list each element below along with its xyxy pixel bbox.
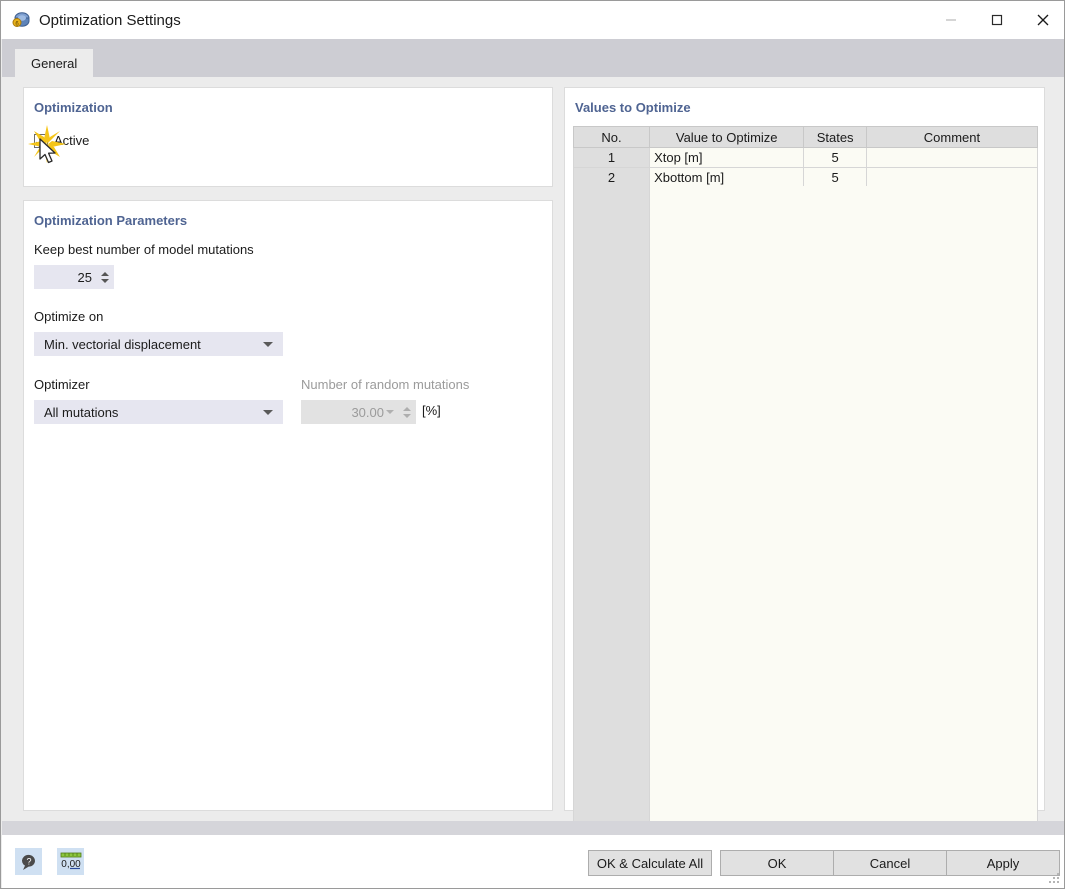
resize-grip[interactable] — [1049, 873, 1061, 885]
cell-states[interactable]: 5 — [803, 147, 867, 168]
cell-value[interactable]: Xtop [m] — [649, 147, 805, 168]
keep-best-label: Keep best number of model mutations — [34, 242, 254, 257]
decimal-places-icon[interactable]: 0,00 — [57, 848, 84, 875]
cell-comment[interactable] — [865, 167, 1039, 188]
values-table-empty-area[interactable] — [573, 186, 1038, 841]
keep-best-input[interactable]: 25 — [34, 265, 114, 289]
table-header-row: No. Value to Optimize States Comment — [572, 126, 1039, 148]
cell-no: 2 — [572, 167, 651, 188]
cell-no: 1 — [572, 147, 651, 168]
random-mutations-unit: [%] — [422, 403, 441, 418]
tab-general[interactable]: General — [15, 49, 94, 77]
values-table-row-gutter — [574, 186, 650, 839]
keep-best-stepper[interactable] — [98, 267, 111, 287]
keep-best-value: 25 — [77, 269, 92, 285]
optimization-panel: Optimization Active — [23, 87, 553, 187]
values-to-optimize-panel: Values to Optimize No. Value to Optimize… — [564, 87, 1045, 888]
values-panel-title: Values to Optimize — [575, 100, 691, 115]
bottom-bar: ? 0,00 OK & Calculate All OK Cancel Appl… — [2, 835, 1064, 888]
table-row[interactable]: 2 Xbottom [m] 5 — [572, 167, 1039, 188]
bottom-separator — [2, 821, 1064, 835]
cell-states[interactable]: 5 — [803, 167, 867, 188]
random-mutations-stepper — [400, 402, 413, 422]
optimizer-select[interactable]: All mutations — [34, 400, 283, 424]
optimization-drum-icon: 6 — [11, 10, 31, 30]
dialog-body: Optimization Active Optimization Paramet… — [2, 77, 1064, 888]
minimize-button[interactable] — [928, 1, 974, 39]
column-header-states[interactable]: States — [803, 126, 867, 148]
help-question-icon[interactable]: ? — [15, 848, 42, 875]
random-mutations-label: Number of random mutations — [301, 377, 470, 392]
ok-calculate-all-button[interactable]: OK & Calculate All — [588, 850, 712, 876]
values-table[interactable]: No. Value to Optimize States Comment 1 X… — [572, 126, 1039, 188]
cancel-button[interactable]: Cancel — [833, 850, 947, 876]
table-row[interactable]: 1 Xtop [m] 5 — [572, 147, 1039, 168]
window-title: Optimization Settings — [39, 11, 181, 29]
optimization-parameters-panel: Optimization Parameters Keep best number… — [23, 200, 553, 811]
tab-strip: General — [2, 39, 1064, 77]
random-mutations-input: 30.00 — [301, 400, 416, 424]
column-header-comment[interactable]: Comment — [865, 126, 1039, 148]
column-header-no[interactable]: No. — [572, 126, 651, 148]
maximize-button[interactable] — [974, 1, 1020, 39]
optimize-on-select[interactable]: Min. vectorial displacement — [34, 332, 283, 356]
close-button[interactable] — [1020, 1, 1064, 39]
random-mutations-value: 30.00 — [351, 404, 384, 420]
chevron-down-icon — [263, 409, 283, 415]
optimization-settings-window: 6 Optimization Settings General Optimiza… — [0, 0, 1065, 889]
optimizer-label: Optimizer — [34, 377, 90, 392]
active-label: Active — [54, 133, 90, 148]
chevron-down-icon — [386, 410, 400, 414]
active-checkbox[interactable] — [34, 133, 48, 148]
title-bar: 6 Optimization Settings — [1, 1, 1064, 39]
cell-comment[interactable] — [865, 147, 1039, 168]
apply-button[interactable]: Apply — [946, 850, 1060, 876]
optimizer-value: All mutations — [44, 404, 119, 420]
optimization-panel-title: Optimization — [34, 100, 113, 115]
column-header-value[interactable]: Value to Optimize — [649, 126, 805, 148]
ok-button[interactable]: OK — [720, 850, 834, 876]
active-checkbox-row[interactable]: Active — [34, 133, 89, 148]
parameters-panel-title: Optimization Parameters — [34, 213, 188, 228]
optimize-on-label: Optimize on — [34, 309, 104, 324]
cell-value[interactable]: Xbottom [m] — [649, 167, 805, 188]
chevron-down-icon — [263, 341, 283, 347]
svg-text:?: ? — [26, 856, 31, 866]
optimize-on-value: Min. vectorial displacement — [44, 336, 201, 352]
window-controls — [928, 1, 1064, 39]
